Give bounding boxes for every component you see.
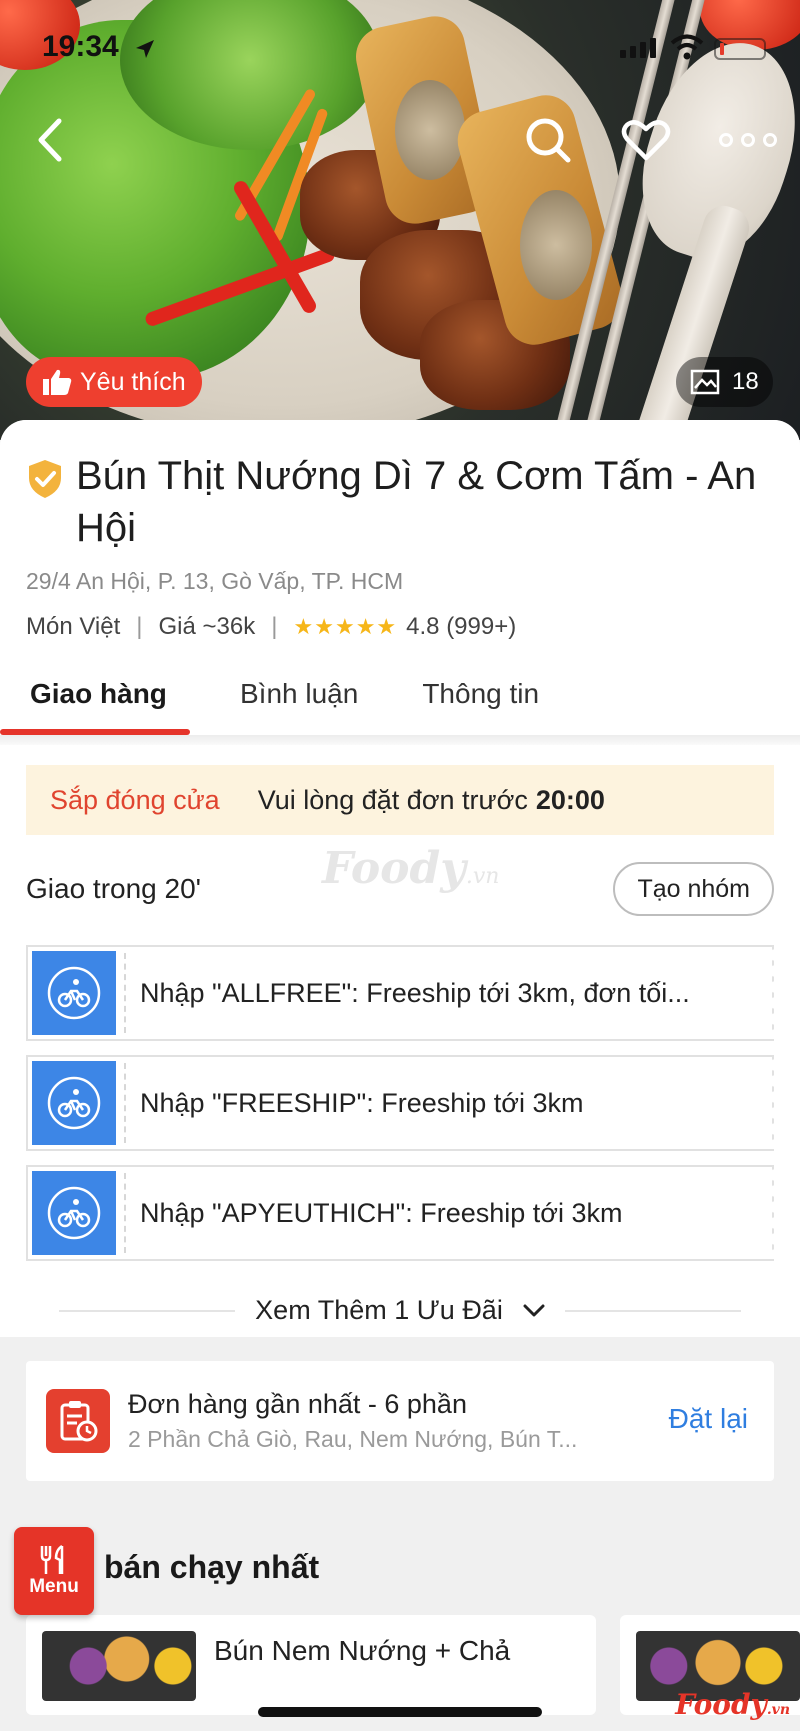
home-indicator[interactable] (258, 1707, 542, 1717)
promo-divider (124, 1173, 126, 1253)
cellular-signal-icon (620, 38, 656, 58)
photo-count: 18 (732, 368, 759, 395)
wifi-icon (670, 34, 704, 60)
delivery-eta: Giao trong 20' (26, 873, 202, 904)
promo-text: Nhập "APYEUTHICH": Freeship tới 3km (140, 1197, 623, 1228)
dish-card[interactable]: Bún Nem Nướng + Chả (26, 1615, 596, 1715)
clipboard-clock-icon (60, 1401, 98, 1442)
star-icon: ★ (334, 614, 355, 639)
tab-info[interactable]: Thông tin (388, 654, 569, 735)
divider-line (564, 1309, 741, 1312)
order-history-icon-box (46, 1389, 110, 1453)
promo-icon-box (32, 1171, 116, 1255)
bestseller-title: bán chạy nhất (104, 1549, 320, 1585)
promo-item[interactable]: Nhập "APYEUTHICH": Freeship tới 3km (26, 1165, 774, 1261)
rating-value: 4.8 (999+) (406, 613, 517, 640)
recent-order-card[interactable]: Đơn hàng gần nhất - 6 phần 2 Phần Chả Gi… (26, 1361, 774, 1481)
restaurant-name: Bún Thịt Nướng Dì 7 & Cơm Tấm - An Hội (76, 454, 757, 550)
brand-suffix: .vn (766, 1702, 790, 1718)
favorite-badge-label: Yêu thích (80, 367, 186, 396)
star-icon: ★ (376, 614, 397, 639)
divider-line (59, 1309, 236, 1312)
search-button[interactable] (520, 112, 576, 168)
star-icon: ★ (314, 614, 334, 639)
see-more-label: Xem Thêm 1 Ưu Đãi (255, 1295, 503, 1325)
battery-icon (714, 38, 766, 60)
favorite-button[interactable] (618, 112, 674, 168)
promo-text: Nhập "FREESHIP": Freeship tới 3km (140, 1087, 584, 1118)
watermark-suffix: .vn (465, 864, 500, 889)
closing-notice: Sắp đóng cửa Vui lòng đặt đơn trước 20:0… (26, 765, 774, 835)
photo-gallery-button[interactable]: 18 (676, 357, 773, 407)
recent-order-text: Đơn hàng gần nhất - 6 phần 2 Phần Chả Gi… (128, 1389, 648, 1453)
promo-icon-box (32, 1061, 116, 1145)
bestseller-section: bán chạy nhất Bún Nem Nướng + Chả Menu (0, 1505, 800, 1715)
see-more-offers[interactable]: Xem Thêm 1 Ưu Đãi (26, 1295, 774, 1326)
brand-name: Foody (675, 1688, 767, 1721)
bike-delivery-icon (47, 966, 101, 1020)
star-icon: ★ (355, 614, 376, 639)
closing-status: Sắp đóng cửa (50, 784, 220, 815)
heart-icon (621, 120, 671, 161)
status-time: 19:34 (42, 30, 119, 63)
image-icon (690, 369, 720, 395)
promo-item[interactable]: Nhập "ALLFREE": Freeship tới 3km, đơn tố… (26, 945, 774, 1041)
recent-order-items: 2 Phần Chả Giò, Rau, Nem Nướng, Bún T... (128, 1426, 578, 1452)
location-arrow-icon (136, 40, 154, 58)
foody-logo: Foody.vn (675, 1688, 790, 1721)
watermark-text: Foody (322, 843, 466, 894)
restaurant-info: Bún Thịt Nướng Dì 7 & Cơm Tấm - An Hội 2… (0, 420, 800, 735)
closing-message: Vui lòng đặt đơn trước (257, 784, 528, 815)
back-icon (38, 118, 62, 162)
create-group-button[interactable]: Tạo nhóm (613, 862, 774, 916)
price-label: Giá ~36k (158, 613, 256, 640)
promo-divider (124, 1063, 126, 1143)
favorite-badge: Yêu thích (26, 357, 202, 407)
tab-bar: Giao hàng Bình luận Thông tin (0, 654, 800, 735)
cuisine-label: Món Việt (26, 613, 121, 640)
thumbs-up-icon (43, 369, 72, 395)
tab-delivery[interactable]: Giao hàng (0, 654, 190, 735)
tab-divider (0, 735, 800, 745)
chevron-down-icon (523, 1304, 545, 1316)
restaurant-meta: Món Việt | Giá ~36k | ★ ★ ★ ★ ★ 4.8 (999+) (26, 613, 774, 641)
more-button[interactable] (716, 112, 780, 168)
bike-delivery-icon (47, 1076, 101, 1130)
restaurant-address: 29/4 An Hội, P. 13, Gò Vấp, TP. HCM (26, 568, 404, 594)
promo-text: Nhập "ALLFREE": Freeship tới 3km, đơn tố… (140, 977, 690, 1008)
delivery-section: Sắp đóng cửa Vui lòng đặt đơn trước 20:0… (0, 745, 800, 1337)
rating-stars: ★ ★ ★ ★ ★ (293, 614, 396, 640)
restaurant-card: Bún Thịt Nướng Dì 7 & Cơm Tấm - An Hội 2… (0, 420, 800, 1731)
status-bar: 19:34 (0, 0, 800, 96)
meta-divider: | (271, 613, 278, 640)
menu-button[interactable]: Menu (14, 1527, 94, 1615)
back-button[interactable] (22, 112, 78, 168)
bike-delivery-icon (47, 1186, 101, 1240)
promo-icon-box (32, 951, 116, 1035)
star-icon: ★ (293, 614, 314, 639)
verified-shield-icon (29, 460, 61, 498)
tab-reviews[interactable]: Bình luận (190, 654, 388, 735)
menu-button-label: Menu (29, 1576, 79, 1597)
search-icon (526, 118, 571, 163)
spring-roll-filling (520, 190, 592, 300)
dish-name: Bún Nem Nướng + Chả (214, 1635, 511, 1666)
promo-divider (124, 953, 126, 1033)
promo-notch (760, 1057, 774, 1149)
reorder-button[interactable]: Đặt lại (669, 1403, 748, 1435)
promo-item[interactable]: Nhập "FREESHIP": Freeship tới 3km (26, 1055, 774, 1151)
closing-time: 20:00 (535, 784, 605, 815)
fork-knife-icon (40, 1544, 64, 1574)
foody-watermark: Foody.vn (322, 843, 499, 894)
meta-divider: | (136, 613, 143, 640)
recent-order-title: Đơn hàng gần nhất - 6 phần (128, 1389, 467, 1419)
promo-notch (760, 947, 774, 1039)
promo-notch (760, 1167, 774, 1259)
more-icon (719, 133, 777, 147)
dish-image (42, 1631, 196, 1701)
